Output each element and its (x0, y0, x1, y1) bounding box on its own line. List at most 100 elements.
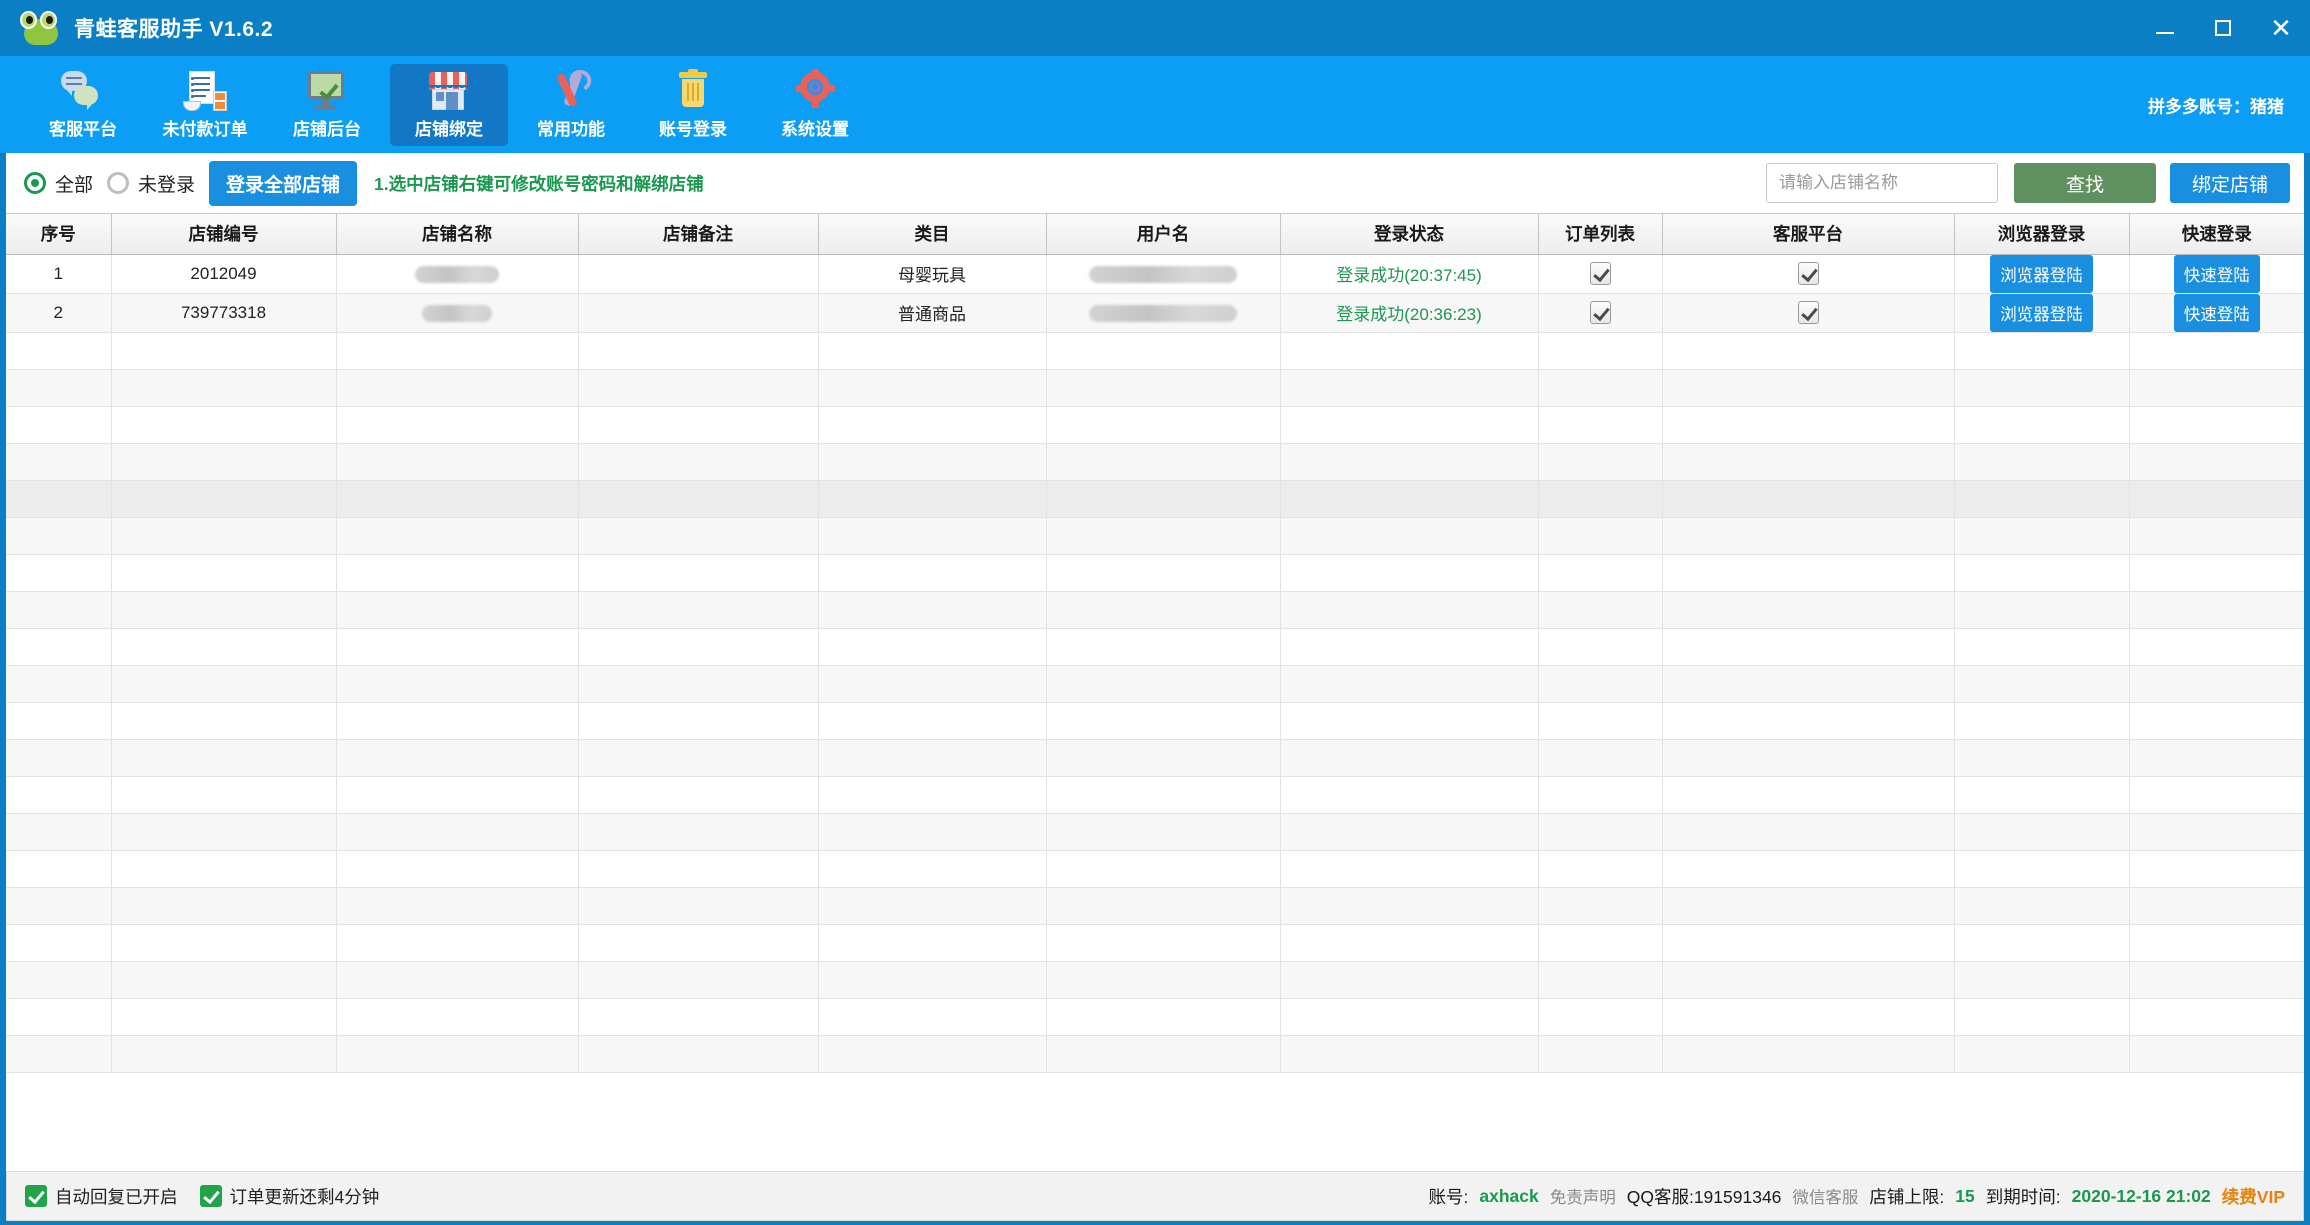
radio-all[interactable]: 全部 (24, 170, 93, 197)
toolbar-item-account-login[interactable]: 账号登录 (634, 64, 752, 146)
disclaimer-link[interactable]: 免责声明 (1550, 1184, 1616, 1208)
find-button[interactable]: 查找 (2014, 163, 2156, 203)
table-empty-row[interactable] (6, 776, 2304, 814)
status-bar: 自动回复已开启 订单更新还剩4分钟 账号: axhack 免责声明 QQ客服:1… (6, 1171, 2304, 1221)
cell-empty (111, 776, 337, 814)
table-row[interactable]: 1 2012049 母婴玩具 登录成功(20:37:45) 浏览器登陆 快速登陆 (6, 254, 2304, 294)
renew-vip-link[interactable]: 续费VIP (2222, 1184, 2285, 1209)
column-header-username[interactable]: 用户名 (1046, 214, 1281, 255)
quick-login-button[interactable]: 快速登陆 (2173, 293, 2260, 332)
cell-empty (578, 554, 819, 592)
cell-empty (6, 665, 112, 703)
toolbar-item-shop-backend[interactable]: 店铺后台 (268, 64, 386, 146)
table-empty-row[interactable] (6, 813, 2304, 851)
cell-empty (111, 850, 337, 888)
table-empty-row[interactable] (6, 443, 2304, 481)
column-header-category[interactable]: 类目 (818, 214, 1047, 255)
table-empty-row[interactable] (6, 628, 2304, 666)
order-list-checkbox[interactable] (1589, 301, 1611, 324)
table-empty-row[interactable] (6, 850, 2304, 888)
minimize-button[interactable] (2136, 0, 2194, 56)
toolbar-item-common-functions[interactable]: 常用功能 (512, 64, 630, 146)
cell-empty (1538, 406, 1663, 444)
bind-shop-button[interactable]: 绑定店铺 (2170, 163, 2290, 203)
cell-empty (1046, 850, 1281, 888)
table-empty-row[interactable] (6, 332, 2304, 370)
order-refresh-check-icon[interactable] (199, 1185, 222, 1207)
cell-empty (1662, 702, 1955, 740)
redacted-shop-name (415, 265, 499, 283)
cell-empty (1280, 628, 1539, 666)
cell-empty (1280, 739, 1539, 777)
cell-service-platform[interactable] (1662, 293, 1955, 333)
login-all-shops-button[interactable]: 登录全部店铺 (209, 160, 358, 206)
cell-empty (578, 332, 819, 370)
table-empty-row[interactable] (6, 1035, 2304, 1073)
wechat-service-link[interactable]: 微信客服 (1792, 1184, 1858, 1208)
cell-empty (1662, 887, 1955, 925)
cell-empty (1538, 665, 1663, 703)
cell-empty (1280, 480, 1539, 518)
shop-name-search-input[interactable] (1766, 163, 1998, 203)
cell-empty (111, 554, 337, 592)
table-empty-row[interactable] (6, 702, 2304, 740)
status-bar-right: 账号: axhack 免责声明 QQ客服:191591346 微信客服 店铺上限… (1429, 1184, 2286, 1209)
service-platform-checkbox[interactable] (1797, 301, 1819, 324)
column-header-shop-name[interactable]: 店铺名称 (336, 214, 579, 255)
column-header-service-platform[interactable]: 客服平台 (1662, 214, 1955, 255)
table-empty-row[interactable] (6, 887, 2304, 925)
column-header-login-status[interactable]: 登录状态 (1280, 214, 1539, 255)
table-empty-row[interactable] (6, 369, 2304, 407)
cell-empty (336, 332, 579, 370)
table-empty-row[interactable] (6, 924, 2304, 962)
cell-empty (1046, 554, 1281, 592)
cell-empty (578, 1035, 819, 1073)
pdd-account-label: 拼多多账号：猪猪 (2148, 97, 2284, 116)
column-header-browser-login[interactable]: 浏览器登录 (1954, 214, 2130, 255)
table-row[interactable]: 2 739773318 普通商品 登录成功(20:36:23) 浏览器登陆 快速… (6, 293, 2304, 333)
cell-empty (1954, 887, 2130, 925)
table-empty-row[interactable] (6, 665, 2304, 703)
cell-shop-name (336, 254, 579, 294)
browser-login-button[interactable]: 浏览器登陆 (1990, 254, 2093, 293)
auto-reply-check-icon[interactable] (25, 1185, 47, 1207)
order-list-checkbox[interactable] (1589, 262, 1611, 285)
column-header-quick-login[interactable]: 快速登录 (2129, 214, 2304, 255)
toolbar-item-customer-service[interactable]: 客服平台 (24, 64, 142, 146)
maximize-button[interactable] (2194, 0, 2252, 56)
column-header-shop-note[interactable]: 店铺备注 (578, 214, 819, 255)
cell-order-list[interactable] (1538, 254, 1663, 294)
service-platform-checkbox[interactable] (1797, 262, 1819, 285)
radio-not-logged-in[interactable]: 未登录 (107, 170, 195, 197)
toolbar-item-system-settings[interactable]: 系统设置 (756, 64, 874, 146)
cell-empty (1662, 924, 1955, 962)
table-empty-row[interactable] (6, 406, 2304, 444)
cell-empty (1280, 665, 1539, 703)
cell-empty (336, 702, 579, 740)
table-empty-row[interactable] (6, 480, 2304, 518)
toolbar-item-shop-binding[interactable]: 店铺绑定 (390, 63, 508, 146)
table-empty-row[interactable] (6, 554, 2304, 592)
qq-service-text[interactable]: QQ客服:191591346 (1627, 1184, 1782, 1209)
table-empty-row[interactable] (6, 739, 2304, 777)
cell-empty (578, 406, 819, 444)
column-header-shop-id[interactable]: 店铺编号 (111, 214, 337, 255)
column-header-index[interactable]: 序号 (6, 214, 112, 255)
cell-empty (578, 813, 819, 851)
quick-login-button[interactable]: 快速登陆 (2173, 254, 2260, 293)
toolbar-label: 常用功能 (537, 120, 605, 139)
cell-empty (111, 443, 337, 481)
column-header-order-list[interactable]: 订单列表 (1538, 214, 1663, 255)
table-empty-row[interactable] (6, 591, 2304, 629)
browser-login-button[interactable]: 浏览器登陆 (1990, 293, 2093, 332)
cell-empty (578, 924, 819, 962)
cell-empty (1280, 813, 1539, 851)
cell-service-platform[interactable] (1662, 254, 1955, 294)
table-empty-row[interactable] (6, 961, 2304, 999)
cell-order-list[interactable] (1538, 293, 1663, 333)
cell-empty (1662, 961, 1955, 999)
table-empty-row[interactable] (6, 517, 2304, 555)
toolbar-item-unpaid-orders[interactable]: 未付款订单 (146, 64, 264, 146)
close-button[interactable]: ✕ (2252, 0, 2310, 56)
table-empty-row[interactable] (6, 998, 2304, 1036)
